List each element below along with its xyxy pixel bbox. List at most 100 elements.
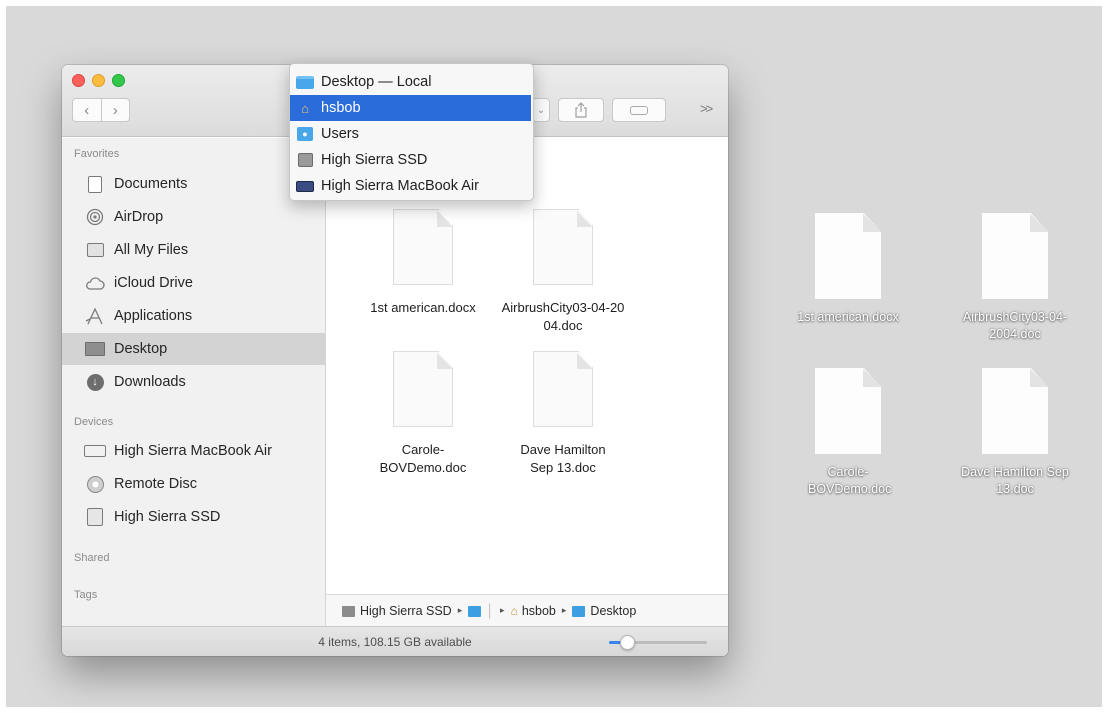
back-button[interactable]: ‹: [73, 99, 102, 121]
menu-item-label: hsbob: [321, 100, 361, 116]
document-icon: [815, 368, 881, 454]
file-label: Dave Hamilton Sep 13.doc: [513, 441, 613, 477]
menu-item-high-sierra-ssd[interactable]: High Sierra SSD: [290, 147, 533, 173]
desktop-file-label-text: AirbrushCity03-04-2004.doc: [962, 310, 1068, 341]
menu-item-hsbob[interactable]: ⌂ hsbob: [290, 95, 531, 121]
path-segment-label: High Sierra SSD: [360, 603, 452, 618]
sidebar-item-label: Documents: [114, 176, 188, 192]
document-icon: [982, 368, 1048, 454]
chevron-left-icon: ‹: [84, 101, 90, 119]
menu-item-label: High Sierra SSD: [321, 152, 428, 168]
arrange-button[interactable]: ⌄: [532, 98, 550, 122]
menu-item-desktop-local[interactable]: Desktop — Local: [290, 69, 533, 95]
desktop-icon: [84, 338, 106, 360]
sidebar-section-shared: Shared: [74, 552, 110, 564]
close-button[interactable]: [72, 74, 85, 87]
path-segment-ssd[interactable]: High Sierra SSD: [342, 604, 452, 618]
file-label-text: Dave Hamilton Sep 13.doc: [520, 442, 606, 475]
sidebar-item-label: All My Files: [114, 242, 189, 258]
sidebar-item-icloud-drive[interactable]: iCloud Drive: [62, 267, 325, 299]
file-label: 1st american.docx: [370, 300, 476, 315]
all-files-icon: [84, 239, 106, 261]
sidebar-item-high-sierra-ssd[interactable]: High Sierra SSD: [62, 501, 325, 533]
chevron-right-icon: ›: [112, 101, 118, 119]
navigation-buttons: ‹ ›: [72, 98, 130, 122]
file-item[interactable]: AirbrushCity03-04-2004.doc: [493, 209, 633, 335]
sidebar-item-label: Desktop: [114, 341, 168, 357]
document-icon: [815, 213, 881, 299]
path-segment-label: Desktop: [590, 603, 637, 618]
document-icon: [393, 351, 453, 427]
path-segment-desktop[interactable]: Desktop: [572, 604, 636, 618]
desktop-file[interactable]: Carole-BOVDemo.doc: [768, 368, 928, 498]
path-segment-users[interactable]: │: [468, 604, 494, 618]
desktop-file-label: Carole-BOVDemo.doc: [808, 464, 892, 498]
path-segment-home[interactable]: ⌂ hsbob: [511, 604, 556, 618]
drive-icon: [84, 506, 106, 528]
folder-icon: [572, 605, 586, 617]
file-label: Carole-BOVDemo.doc: [378, 441, 468, 477]
sidebar-item-label: High Sierra MacBook Air: [114, 443, 272, 459]
tag-button[interactable]: [612, 98, 666, 122]
document-icon: [533, 351, 593, 427]
download-icon: ↓: [84, 371, 106, 393]
sidebar: Favorites Documents AirDrop All My Files…: [62, 138, 326, 628]
drive-icon: [342, 605, 355, 617]
users-folder-icon: ●: [295, 126, 315, 142]
minimize-button[interactable]: [92, 74, 105, 87]
file-label: AirbrushCity03-04-2004.doc: [499, 299, 627, 335]
menu-item-macbook-air[interactable]: High Sierra MacBook Air: [290, 173, 533, 199]
applications-icon: [84, 305, 106, 327]
home-icon: ⌂: [301, 100, 309, 116]
sidebar-item-downloads[interactable]: ↓ Downloads: [62, 366, 325, 398]
laptop-icon: [295, 178, 315, 194]
status-bar: 4 items, 108.15 GB available: [62, 626, 728, 656]
sidebar-item-label: Remote Disc: [114, 476, 197, 492]
sidebar-item-applications[interactable]: Applications: [62, 300, 325, 332]
airdrop-icon: [84, 206, 106, 228]
cloud-icon: [84, 272, 106, 294]
sidebar-item-label: Downloads: [114, 374, 186, 390]
menu-item-users[interactable]: ● Users: [290, 121, 533, 147]
zoom-button[interactable]: [112, 74, 125, 87]
drive-icon: [295, 152, 315, 168]
desktop-file-label: AirbrushCity03-04-2004.doc: [960, 309, 1070, 343]
sidebar-item-macbook-air[interactable]: High Sierra MacBook Air: [62, 435, 325, 467]
forward-button[interactable]: ›: [102, 99, 130, 121]
file-label-text: Carole-BOVDemo.doc: [379, 442, 467, 475]
path-separator-icon: ▸: [561, 605, 567, 615]
sidebar-item-desktop[interactable]: Desktop: [62, 333, 325, 365]
share-button[interactable]: [558, 98, 604, 122]
file-grid: 1st american.docx AirbrushCity03-04-2004…: [326, 138, 728, 594]
sidebar-item-all-my-files[interactable]: All My Files: [62, 234, 325, 266]
desktop-file-label-text: Dave Hamilton Sep 13.doc: [961, 465, 1069, 496]
toolbar-overflow-button[interactable]: >>: [700, 101, 713, 116]
document-icon: [982, 213, 1048, 299]
slider-knob[interactable]: [619, 635, 635, 650]
desktop-file-label: 1st american.docx: [797, 310, 899, 324]
file-item[interactable]: Dave Hamilton Sep 13.doc: [493, 351, 633, 477]
sidebar-item-documents[interactable]: Documents: [62, 168, 325, 200]
sidebar-item-label: iCloud Drive: [114, 275, 193, 291]
menu-item-label: Users: [321, 126, 359, 142]
home-icon: ⌂: [510, 603, 518, 618]
desktop: 1st american.docx AirbrushCity03-04-2004…: [6, 6, 1102, 707]
sidebar-item-remote-disc[interactable]: Remote Disc: [62, 468, 325, 500]
desktop-file[interactable]: 1st american.docx: [768, 213, 928, 326]
path-bar: High Sierra SSD ▸ │ ▸ ⌂ hsbob ▸ Desktop: [326, 594, 728, 626]
desktop-file[interactable]: Dave Hamilton Sep 13.doc: [935, 368, 1095, 498]
desktop-file-label-text: Carole-BOVDemo.doc: [808, 465, 892, 496]
menu-item-label: High Sierra MacBook Air: [321, 178, 479, 194]
file-item[interactable]: Carole-BOVDemo.doc: [353, 351, 493, 477]
document-icon: [533, 209, 593, 285]
path-segment-label: hsbob: [521, 603, 556, 618]
icon-size-slider[interactable]: [609, 635, 707, 650]
file-item[interactable]: 1st american.docx: [353, 209, 493, 317]
share-icon: [575, 102, 587, 118]
users-folder-icon: [468, 605, 482, 617]
desktop-file[interactable]: AirbrushCity03-04-2004.doc: [935, 213, 1095, 343]
sidebar-item-airdrop[interactable]: AirDrop: [62, 201, 325, 233]
menu-item-label: Desktop — Local: [321, 74, 432, 90]
tag-icon: [630, 105, 648, 115]
file-label-text: AirbrushCity03-04-2004.doc: [501, 300, 625, 333]
